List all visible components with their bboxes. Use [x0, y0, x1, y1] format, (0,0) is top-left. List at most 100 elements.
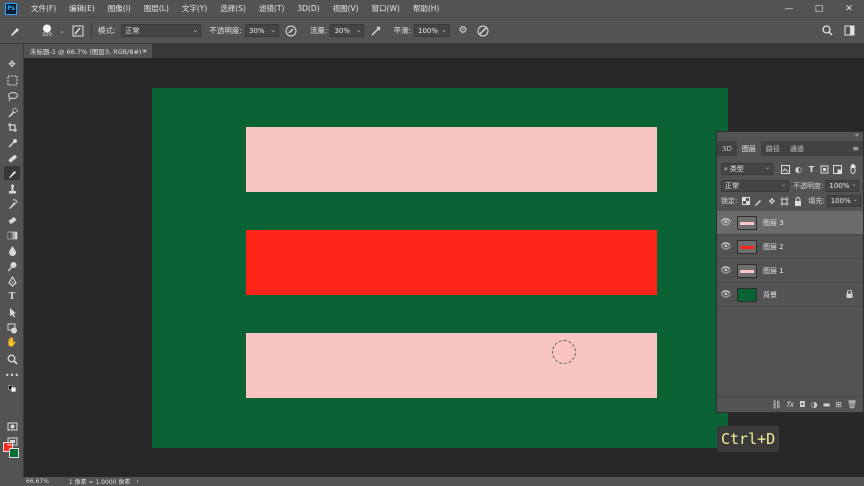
shape-tool-icon[interactable]	[4, 321, 20, 335]
smoothing-field[interactable]: 100% ⌄	[414, 24, 450, 37]
menu-filter[interactable]: 滤镜(T)	[259, 3, 284, 14]
menu-image[interactable]: 图像(I)	[108, 3, 131, 14]
menu-layer[interactable]: 图层(L)	[144, 3, 169, 14]
filter-smart-object-icon[interactable]	[832, 164, 843, 175]
collapse-panel-icon[interactable]: «	[855, 131, 859, 139]
crop-tool-icon[interactable]	[4, 120, 20, 134]
opacity-field[interactable]: 30% ⌄	[244, 24, 279, 37]
mode-select[interactable]: 正常 ⌄	[121, 24, 202, 37]
visibility-eye-icon[interactable]: 👁	[717, 218, 735, 228]
healing-brush-tool-icon[interactable]	[4, 151, 20, 165]
lock-transparent-icon[interactable]	[740, 196, 751, 207]
tab-paths[interactable]: 路径	[761, 141, 785, 156]
menu-edit[interactable]: 编辑(E)	[69, 3, 95, 14]
new-layer-icon[interactable]: ⊞	[835, 400, 842, 409]
settings-gear-icon[interactable]: ⚙	[456, 24, 470, 38]
filter-toggle-icon[interactable]	[847, 164, 858, 175]
blur-tool-icon[interactable]	[4, 243, 20, 257]
tab-3d[interactable]: 3D	[717, 141, 737, 156]
brush-preset-picker[interactable]: 100	[36, 23, 58, 38]
menu-help[interactable]: 帮助(H)	[413, 3, 440, 14]
flow-field[interactable]: 30% ⌄	[330, 24, 365, 37]
menu-file[interactable]: 文件(F)	[31, 3, 56, 14]
new-group-icon[interactable]: ▬	[823, 400, 831, 409]
search-icon[interactable]	[820, 24, 834, 38]
gradient-tool-icon[interactable]	[4, 228, 20, 242]
layer-row-layer2[interactable]: 👁 图层 2	[717, 235, 863, 259]
document-canvas[interactable]	[152, 88, 728, 448]
layer-name: 图层 1	[763, 266, 784, 275]
menu-type[interactable]: 文字(Y)	[182, 3, 207, 14]
zoom-level[interactable]: 66.67%	[26, 478, 49, 485]
menu-select[interactable]: 选择(S)	[220, 3, 246, 14]
visibility-eye-icon[interactable]: 👁	[717, 266, 735, 276]
close-window-button[interactable]: ✕	[834, 0, 864, 17]
brush-tool-icon[interactable]	[4, 166, 20, 180]
filter-pixel-icon[interactable]	[780, 164, 791, 175]
eyedropper-tool-icon[interactable]	[4, 136, 20, 150]
more-tools-icon[interactable]: •••	[4, 368, 20, 382]
history-brush-tool-icon[interactable]	[4, 197, 20, 211]
close-tab-icon[interactable]: ×	[142, 47, 147, 55]
lock-pixels-icon[interactable]	[753, 196, 764, 207]
lasso-tool-icon[interactable]	[4, 89, 20, 103]
workspace-icon[interactable]	[842, 24, 856, 38]
chevron-down-icon: ⌄	[355, 26, 362, 34]
chevron-down-icon: ⌄	[764, 164, 770, 171]
hand-tool-icon[interactable]: ✋	[4, 336, 20, 350]
menu-3d[interactable]: 3D(D)	[297, 4, 319, 13]
zoom-tool-icon[interactable]	[4, 352, 20, 366]
path-selection-tool-icon[interactable]	[4, 305, 20, 319]
brush-panel-toggle-icon[interactable]	[71, 24, 85, 38]
clone-stamp-tool-icon[interactable]	[4, 182, 20, 196]
type-tool-icon[interactable]: T	[4, 290, 20, 304]
layer-opacity-field[interactable]: 100% ⌄	[825, 180, 860, 192]
lock-position-icon[interactable]: ✥	[766, 196, 777, 207]
menu-bar: Ps 文件(F) 编辑(E) 图像(I) 图层(L) 文字(Y) 选择(S) 滤…	[0, 0, 864, 17]
layer-row-background[interactable]: 👁 背景	[717, 283, 863, 307]
quick-mask-icon[interactable]	[4, 419, 20, 433]
tab-layers[interactable]: 图层	[736, 141, 761, 156]
background-color-swatch[interactable]	[9, 448, 19, 458]
airbrush-icon[interactable]	[369, 24, 383, 38]
lock-all-icon[interactable]	[792, 196, 803, 207]
quick-select-tool-icon[interactable]	[4, 105, 20, 119]
pressure-opacity-icon[interactable]	[284, 24, 298, 38]
add-mask-icon[interactable]: ◘	[799, 400, 805, 409]
filter-shape-icon[interactable]	[819, 164, 830, 175]
visibility-eye-icon[interactable]: 👁	[717, 290, 735, 300]
eraser-tool-icon[interactable]	[4, 213, 20, 227]
status-menu-icon[interactable]: ›	[136, 478, 138, 485]
filter-adjustment-icon[interactable]: ◐	[793, 164, 804, 175]
add-style-icon[interactable]: fx	[787, 400, 795, 409]
layer-row-layer1[interactable]: 👁 图层 1	[717, 259, 863, 283]
marquee-tool-icon[interactable]	[4, 73, 20, 87]
link-layers-icon[interactable]: ⛓	[772, 400, 782, 409]
dodge-tool-icon[interactable]	[4, 259, 20, 273]
maximize-button[interactable]: □	[804, 0, 834, 17]
filter-type-icon[interactable]: T	[806, 164, 817, 175]
pressure-size-icon[interactable]	[476, 24, 490, 38]
new-adjustment-icon[interactable]: ◑	[811, 400, 818, 409]
divider	[90, 22, 92, 39]
lock-artboard-icon[interactable]	[779, 196, 790, 207]
panel-menu-icon[interactable]: ≡	[852, 144, 859, 153]
brush-tool-icon[interactable]	[8, 24, 22, 38]
screen-mode-icon[interactable]	[4, 434, 20, 448]
delete-layer-icon[interactable]: 🗑	[847, 400, 857, 409]
tab-channels[interactable]: 通道	[785, 141, 809, 156]
document-tab[interactable]: 未标题-1 @ 66.7% (图层3, RGB/8#) * ×	[24, 44, 152, 58]
filter-kind-select[interactable]: ⌕ 类型 ⌄	[721, 163, 773, 175]
layer-name: 图层 2	[763, 242, 784, 251]
default-colors-icon[interactable]	[4, 384, 20, 392]
fill-field[interactable]: 100% ⌄	[826, 195, 861, 207]
blend-mode-select[interactable]: 正常 ⌄	[721, 180, 789, 192]
chevron-down-icon[interactable]: ⌄	[59, 27, 65, 35]
visibility-eye-icon[interactable]: 👁	[717, 242, 735, 252]
move-tool-icon[interactable]: ✥	[4, 58, 20, 72]
menu-window[interactable]: 窗口(W)	[372, 3, 400, 14]
layer-row-layer3[interactable]: 👁 图层 3	[717, 211, 863, 235]
minimize-button[interactable]: —	[774, 0, 804, 17]
pen-tool-icon[interactable]	[4, 274, 20, 288]
menu-view[interactable]: 视图(V)	[333, 3, 359, 14]
